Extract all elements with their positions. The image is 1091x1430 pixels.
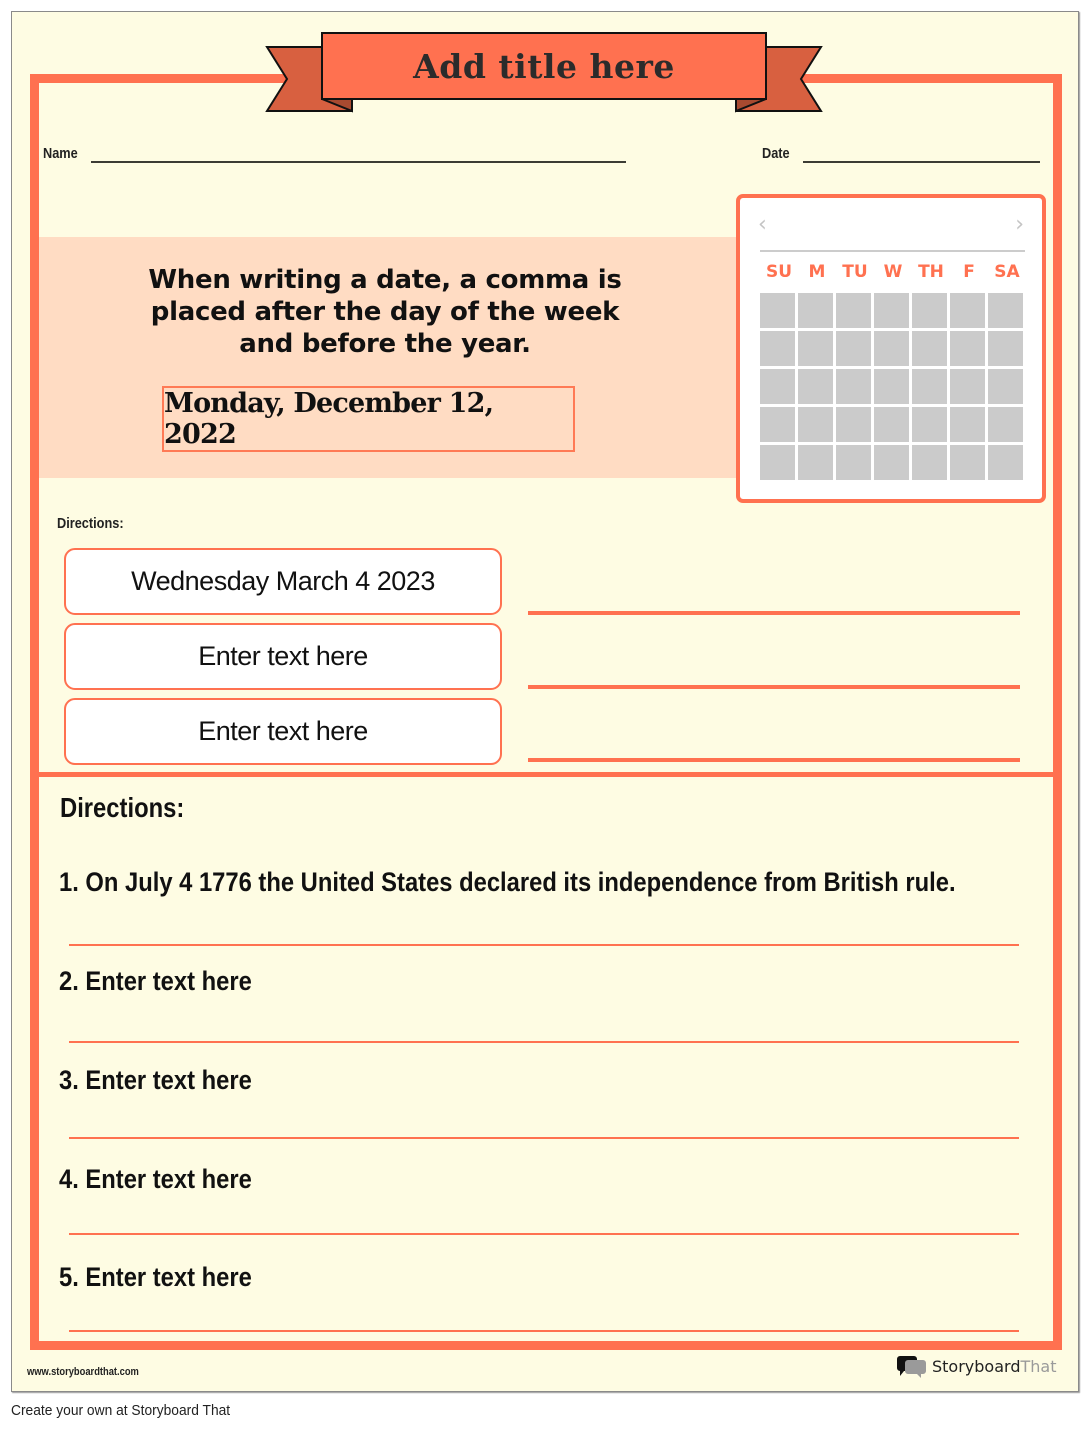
- calendar-weekdays: SU M TU W TH F SA: [760, 262, 1026, 282]
- question-item[interactable]: 1. On July 4 1776 the United States decl…: [59, 867, 956, 898]
- example-date-box: Monday, December 12, 2022: [162, 386, 575, 452]
- calendar-day-cell[interactable]: [950, 293, 985, 328]
- weekday-label: M: [808, 262, 826, 282]
- calendar-day-cell[interactable]: [988, 369, 1023, 404]
- logo-text: StoryboardThat: [932, 1357, 1056, 1376]
- question-item[interactable]: 5. Enter text here: [59, 1262, 252, 1293]
- calendar-day-cell[interactable]: [760, 407, 795, 442]
- calendar-day-cell[interactable]: [798, 369, 833, 404]
- calendar-day-cell[interactable]: [950, 407, 985, 442]
- question-item[interactable]: 2. Enter text here: [59, 966, 252, 997]
- calendar-day-cell[interactable]: [874, 369, 909, 404]
- calendar-day-cell[interactable]: [988, 445, 1023, 480]
- directions-heading-small: Directions:: [57, 515, 124, 532]
- calendar-day-cell[interactable]: [874, 331, 909, 366]
- calendar-day-cell[interactable]: [950, 331, 985, 366]
- calendar-day-cell[interactable]: [912, 407, 947, 442]
- weekday-label: TU: [842, 262, 868, 282]
- calendar-day-cell[interactable]: [760, 293, 795, 328]
- calendar-day-cell[interactable]: [760, 331, 795, 366]
- chevron-right-icon[interactable]: ›: [1015, 212, 1024, 237]
- date-label: Date: [762, 145, 790, 162]
- rule-text-line: placed after the day of the week: [150, 297, 620, 327]
- answer-line[interactable]: [69, 1041, 1019, 1043]
- calendar-day-cell[interactable]: [988, 293, 1023, 328]
- answer-line[interactable]: [528, 758, 1020, 762]
- answer-line[interactable]: [69, 944, 1019, 946]
- calendar-widget: ‹ › SU M TU W TH F SA: [736, 194, 1046, 503]
- calendar-day-cell[interactable]: [950, 445, 985, 480]
- calendar-day-cell[interactable]: [798, 445, 833, 480]
- weekday-label: W: [883, 262, 903, 282]
- calendar-grid: [760, 293, 1026, 480]
- answer-line[interactable]: [69, 1137, 1019, 1139]
- calendar-day-cell[interactable]: [760, 369, 795, 404]
- calendar-day-cell[interactable]: [798, 293, 833, 328]
- weekday-label: F: [963, 262, 975, 282]
- speech-bubbles-icon: [897, 1356, 926, 1378]
- calendar-day-cell[interactable]: [912, 293, 947, 328]
- calendar-day-cell[interactable]: [836, 293, 871, 328]
- calendar-day-cell[interactable]: [836, 445, 871, 480]
- weekday-label: TH: [918, 262, 944, 282]
- storyboardthat-logo[interactable]: StoryboardThat: [896, 1354, 1056, 1378]
- question-item[interactable]: 3. Enter text here: [59, 1065, 252, 1096]
- section-divider: [30, 772, 1062, 777]
- calendar-day-cell[interactable]: [836, 369, 871, 404]
- calendar-day-cell[interactable]: [912, 331, 947, 366]
- calendar-day-cell[interactable]: [760, 445, 795, 480]
- worksheet-title[interactable]: Add title here: [322, 33, 766, 99]
- calendar-day-cell[interactable]: [912, 369, 947, 404]
- calendar-day-cell[interactable]: [874, 293, 909, 328]
- calendar-day-cell[interactable]: [988, 331, 1023, 366]
- calendar-day-cell[interactable]: [836, 407, 871, 442]
- weekday-label: SU: [765, 262, 793, 282]
- weekday-label: SA: [994, 262, 1020, 282]
- date-line[interactable]: [803, 161, 1040, 163]
- rule-text-line: and before the year.: [239, 329, 531, 359]
- logo-accent: That: [1020, 1356, 1057, 1376]
- calendar-day-cell[interactable]: [912, 445, 947, 480]
- calendar-day-cell[interactable]: [874, 445, 909, 480]
- calendar-day-cell[interactable]: [798, 331, 833, 366]
- create-your-own-link[interactable]: Create your own at Storyboard That: [11, 1402, 230, 1419]
- rule-text: When writing a date, a comma is placed a…: [120, 264, 650, 360]
- rule-text-line: When writing a date, a comma is: [148, 265, 622, 295]
- answer-line[interactable]: [528, 611, 1020, 615]
- directions-heading: Directions:: [60, 792, 185, 823]
- answer-line[interactable]: [528, 685, 1020, 689]
- calendar-day-cell[interactable]: [798, 407, 833, 442]
- prompt-box[interactable]: Enter text here: [64, 698, 502, 765]
- name-line[interactable]: [91, 161, 626, 163]
- calendar-day-cell[interactable]: [836, 331, 871, 366]
- calendar-day-cell[interactable]: [950, 369, 985, 404]
- logo-main: Storyboard: [932, 1356, 1021, 1376]
- chevron-left-icon[interactable]: ‹: [758, 212, 767, 237]
- calendar-day-cell[interactable]: [988, 407, 1023, 442]
- question-item[interactable]: 4. Enter text here: [59, 1164, 252, 1195]
- calendar-header-rule: [760, 250, 1025, 252]
- calendar-day-cell[interactable]: [874, 407, 909, 442]
- name-label: Name: [43, 145, 78, 162]
- answer-line[interactable]: [69, 1233, 1019, 1235]
- prompt-box[interactable]: Enter text here: [64, 623, 502, 690]
- answer-line[interactable]: [69, 1330, 1019, 1332]
- footer-url[interactable]: www.storyboardthat.com: [27, 1366, 139, 1378]
- prompt-box[interactable]: Wednesday March 4 2023: [64, 548, 502, 615]
